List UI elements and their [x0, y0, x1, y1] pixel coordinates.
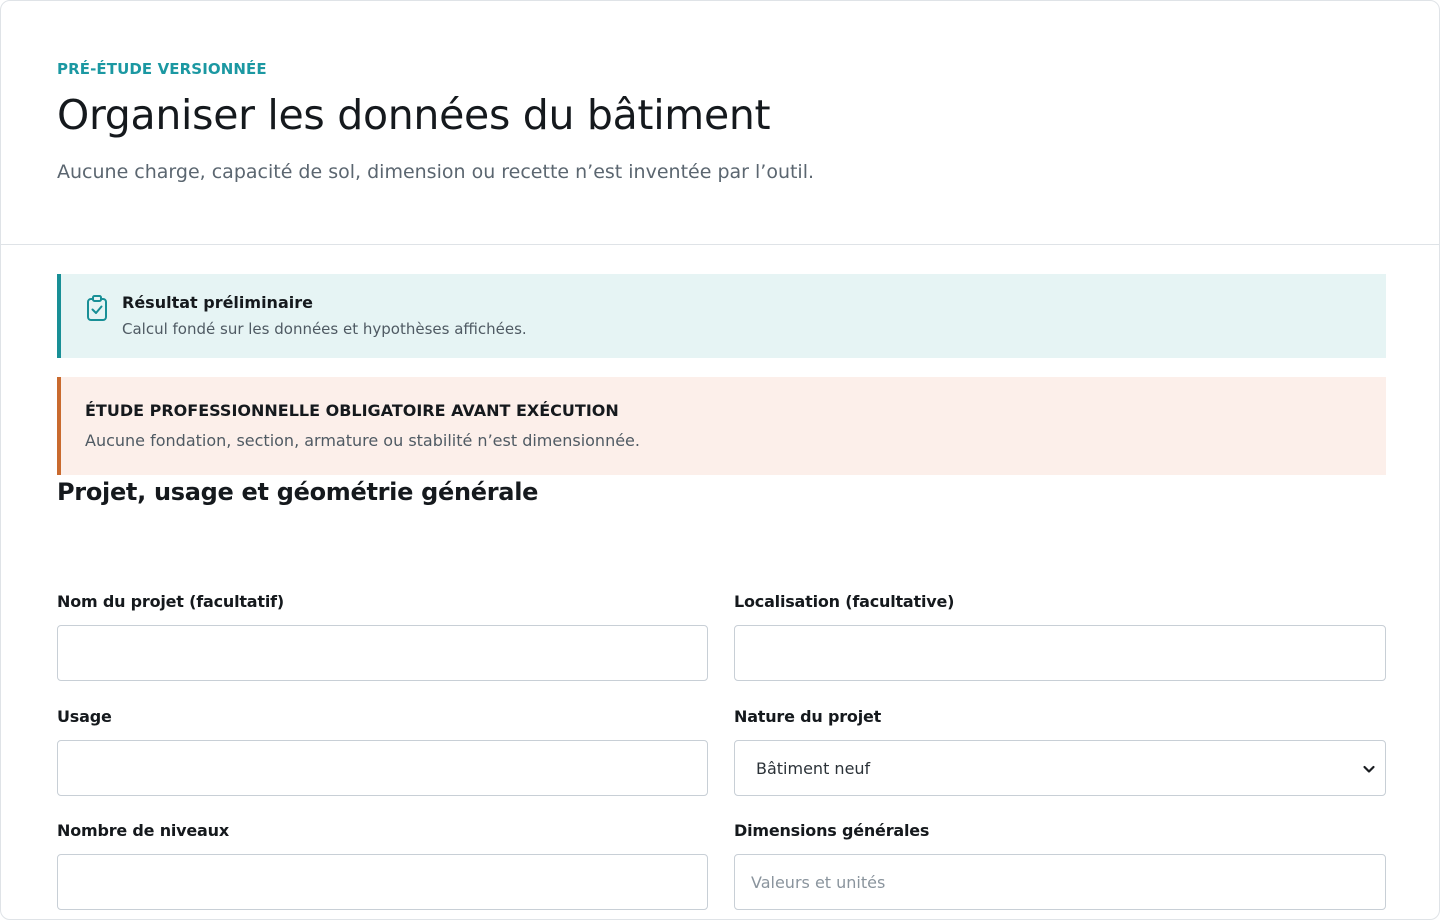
location-label: Localisation (facultative) — [734, 592, 955, 611]
nature-label: Nature du projet — [734, 707, 882, 726]
page-title: Organiser les données du bâtiment — [57, 91, 771, 139]
warning-text: Aucune fondation, section, armature ou s… — [85, 431, 640, 450]
main-card: PRÉ-ÉTUDE VERSIONNÉE Organiser les donné… — [0, 0, 1440, 920]
preliminary-result-notice: Résultat préliminaire Calcul fondé sur l… — [57, 274, 1386, 358]
section-title: Projet, usage et géométrie générale — [57, 478, 539, 506]
professional-study-warning: ÉTUDE PROFESSIONNELLE OBLIGATOIRE AVANT … — [57, 377, 1386, 475]
location-input[interactable] — [734, 625, 1386, 681]
page-kicker: PRÉ-ÉTUDE VERSIONNÉE — [57, 60, 267, 78]
warning-title: ÉTUDE PROFESSIONNELLE OBLIGATOIRE AVANT … — [85, 401, 619, 420]
project-name-label: Nom du projet (facultatif) — [57, 592, 285, 611]
page-subtitle: Aucune charge, capacité de sol, dimensio… — [57, 161, 815, 183]
dimensions-label: Dimensions générales — [734, 821, 930, 840]
levels-label: Nombre de niveaux — [57, 821, 229, 840]
notice-text: Calcul fondé sur les données et hypothès… — [122, 320, 527, 338]
chevron-down-icon — [1361, 761, 1377, 777]
nature-select[interactable]: Bâtiment neuf — [734, 740, 1386, 796]
notice-title: Résultat préliminaire — [122, 293, 313, 312]
usage-input[interactable] — [57, 740, 708, 796]
nature-selected-value: Bâtiment neuf — [756, 759, 871, 778]
usage-label: Usage — [57, 707, 112, 726]
project-name-input[interactable] — [57, 625, 708, 681]
clipboard-check-icon — [85, 294, 109, 322]
page-header: PRÉ-ÉTUDE VERSIONNÉE Organiser les donné… — [1, 1, 1440, 245]
levels-input[interactable] — [57, 854, 708, 910]
dimensions-input[interactable] — [734, 854, 1386, 910]
